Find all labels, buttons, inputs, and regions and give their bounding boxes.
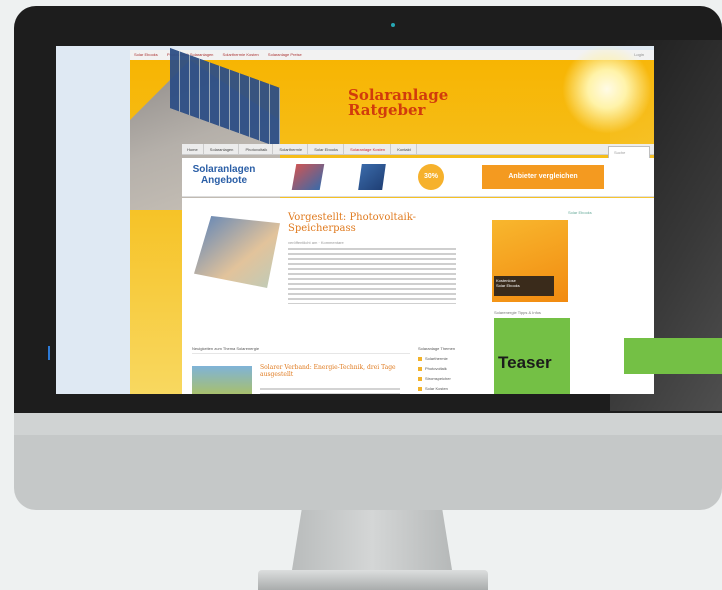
nav-solar-ebooks[interactable]: Solar Ebooks [309,144,345,155]
nav-photovoltaik[interactable]: Photovoltaik [241,144,274,155]
news-excerpt [260,388,400,394]
ebook-ad-label-line-2: Solar Ebooks [496,283,520,288]
news-image[interactable] [192,366,252,394]
ad-panel-image-2 [358,164,386,190]
topbar-link-3[interactable]: Solarthermie Kosten [223,52,259,57]
post-image[interactable] [194,216,280,288]
ad-title-line-1: Solaranlagen [192,164,256,175]
camera-dot [391,23,395,27]
monitor-chin-highlight [14,413,722,435]
site-logo[interactable]: Solaranlage Ratgeber [348,88,448,118]
category-item[interactable]: Stromspeicher [418,376,482,381]
sidebar-link[interactable]: Solar Ebooks [568,210,592,215]
nav-solaranlagen[interactable]: Solaranlagen [205,144,240,155]
topbar-link-4[interactable]: Solaranlage Preise [268,52,302,57]
nav-kosten[interactable]: Solaranlage Kosten [345,144,392,155]
ad-banner[interactable]: Solaranlagen Angebote 30% Anbieter vergl… [182,158,654,197]
ad-discount-badge: 30% [418,164,444,190]
nav-kontakt[interactable]: Kontakt [392,144,417,155]
topbar-link-1[interactable]: Solar Ebooks [134,52,158,57]
compare-button[interactable]: Anbieter vergleichen [482,165,604,189]
categories-title: Solaranlage Themen [418,346,456,351]
category-item[interactable]: Solarthermie [418,356,482,361]
monitor-stand-base [258,570,488,590]
content-area: Vorgestellt: Photovoltaik-Speicherpass v… [182,198,654,394]
section-title: Neuigkeiten zum Thema Solarenergie [192,346,260,351]
categories-list: Solarthermie Photovoltaik Stromspeicher … [418,356,482,394]
nav-solarthermie[interactable]: Solarthermie [274,144,309,155]
ad-title-line-2: Angebote [200,175,248,186]
scroll-indicator [48,346,50,360]
screen: Solar Ebooks Photovoltaik Solaranlagen S… [56,46,654,394]
ad-panel-image-1 [291,164,325,190]
main-nav: Home Solaranlagen Photovoltaik Solarther… [182,144,654,160]
post-title[interactable]: Vorgestellt: Photovoltaik-Speicherpass [288,212,448,234]
post-meta: veröffentlicht am · Kommentare [288,240,344,245]
monitor-stand-neck [292,510,452,570]
category-item[interactable]: Solar Kosten [418,386,482,391]
news-title[interactable]: Solarer Verband: Energie-Technik, drei T… [260,364,400,378]
teaser-label: Teaser [498,353,552,372]
ebook-ad-label: Kostenlose Solar Ebooks [494,276,554,296]
sidebar-caption: Solarenergie Tipps & Infos [494,310,541,315]
logo-line-2: Ratgeber [348,101,426,119]
teaser-connector-bar [624,338,722,374]
section-divider [192,353,410,354]
nav-home[interactable]: Home [182,144,204,155]
category-item[interactable]: Photovoltaik [418,366,482,371]
ad-title: Solaranlagen Angebote [188,164,260,186]
post-excerpt [288,248,456,304]
website: Solar Ebooks Photovoltaik Solaranlagen S… [130,46,654,394]
